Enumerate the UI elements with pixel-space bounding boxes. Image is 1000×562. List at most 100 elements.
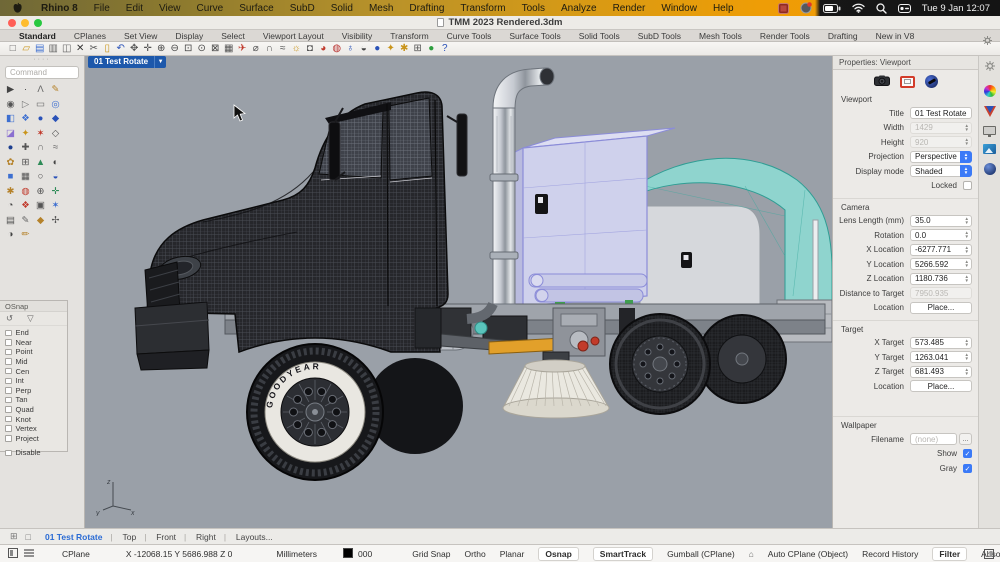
statusbar-item[interactable]: Gumball (CPlane) [667,549,735,559]
toolbar-icon[interactable]: ✕ [74,42,88,55]
tool-icon[interactable]: ✎ [48,83,63,98]
viewport-tab[interactable]: Layouts... [226,532,283,542]
tool-icon[interactable]: ◐ [48,156,63,171]
toolbar-icon[interactable]: ⊕ [155,42,169,55]
toolbar-icon[interactable]: ✈ [236,42,250,55]
toolbar-icon[interactable]: ≈ [276,42,290,55]
tool-icon[interactable]: ✎ [18,214,33,229]
x-location-field[interactable]: -6277.771▲▼ [910,244,972,256]
toolbar-tab[interactable]: Set View [115,31,166,41]
tool-icon[interactable]: ▲ [33,156,48,171]
toolbar-icon[interactable]: ✂ [87,42,101,55]
tool-icon[interactable]: ✱ [3,185,18,200]
viewport-tab[interactable]: Top [112,532,146,542]
osnap-option[interactable]: End [5,328,67,338]
checkbox[interactable] [5,387,12,394]
osnap-disable[interactable]: Disable [5,448,67,458]
tool-icon[interactable]: ∙ [18,83,33,98]
menu-item[interactable]: Tools [514,3,553,14]
menubar-clock[interactable]: Tue 9 Jan 12:07 [922,3,990,14]
viewport-title-label[interactable]: 01 Test Rotate [88,56,154,68]
toolbar-tab[interactable]: CPlanes [65,31,115,41]
material-sphere-icon[interactable] [984,163,996,175]
rotation-field[interactable]: 0.0▲▼ [910,229,972,241]
image-icon[interactable] [983,144,996,154]
tool-icon[interactable]: ❖ [18,112,33,127]
toolbar-tab[interactable]: Display [166,31,212,41]
viewport-menu-arrow[interactable]: ▼ [154,56,166,68]
toolbar-tab[interactable]: Surface Tools [500,31,569,41]
tool-icon[interactable]: ⊕ [33,185,48,200]
toolbar-icon[interactable]: ✛ [141,42,155,55]
tool-icon[interactable]: ✢ [48,214,63,229]
statusbar-item[interactable]: Record History [862,549,918,559]
osnap-option[interactable]: Int [5,376,67,386]
tool-icon[interactable]: ● [3,141,18,156]
checkbox[interactable] [5,416,12,423]
menu-item[interactable]: File [86,3,118,14]
tool-icon[interactable]: ▦ [18,170,33,185]
statusbar-item[interactable]: CPlane [62,549,90,559]
tool-icon[interactable]: ◍ [18,185,33,200]
tool-icon[interactable]: ✛ [48,185,63,200]
osnap-option[interactable]: Project [5,434,67,444]
toolbar-icon[interactable]: ⊖ [168,42,182,55]
osnap-filter-icon[interactable]: ▽ [27,313,34,324]
tool-icon[interactable]: ◧ [3,112,18,127]
toolbar-tab[interactable]: Select [212,31,254,41]
toolbar-icon[interactable]: ◒ [357,42,371,55]
close-window-button[interactable] [8,19,16,27]
y-target-field[interactable]: 1263.041▲▼ [910,351,972,363]
tool-icon[interactable]: ≈ [48,141,63,156]
wifi-icon[interactable] [852,3,865,13]
tool-icon[interactable]: ◉ [3,98,18,113]
menu-item[interactable]: Render [605,3,654,14]
toolbar-tab[interactable]: SubD Tools [629,31,690,41]
display-mode-select[interactable]: Shaded▲▼ [910,165,972,177]
app-icon[interactable] [778,3,789,14]
statusbar-item[interactable]: Planar [500,549,525,559]
osnap-option[interactable]: Mid [5,357,67,367]
zoom-window-button[interactable] [34,19,42,27]
z-target-field[interactable]: 681.493▲▼ [910,366,972,378]
checkbox[interactable] [5,358,12,365]
toolbar-tab[interactable]: Render Tools [751,31,819,41]
toolbar-icon[interactable]: ✥ [128,42,142,55]
y-location-field[interactable]: 5266.592▲▼ [910,258,972,270]
toolbar-icon[interactable]: ∩ [263,42,277,55]
projection-select[interactable]: Perspective▲▼ [910,151,972,163]
control-center-icon[interactable] [898,4,911,13]
tool-icon[interactable]: ◆ [33,214,48,229]
tool-icon[interactable]: ◪ [3,127,18,142]
tool-icon[interactable]: ○ [33,170,48,185]
toolbar-icon[interactable]: ▥ [47,42,61,55]
gear-icon[interactable] [983,32,992,50]
statusbar-item[interactable]: SmartTrack [593,547,653,561]
tool-icon[interactable]: ✶ [33,127,48,142]
tool-icon[interactable]: ∩ [33,141,48,156]
tool-icon[interactable]: ▷ [18,98,33,113]
toolbar-icon[interactable]: ⊞ [411,42,425,55]
display-mode-icon[interactable] [925,75,938,88]
z-location-field[interactable]: 1180.736▲▼ [910,273,972,285]
tool-icon[interactable]: ● [33,112,48,127]
statusbar-item[interactable]: X -12068.15 Y 5686.988 Z 0 [126,549,233,559]
statusbar-item[interactable]: Filter [932,547,967,561]
notification-icon[interactable] [800,2,812,14]
toolbar-icon[interactable]: ⌀ [249,42,263,55]
menu-item[interactable]: Solid [323,3,361,14]
tool-icon[interactable]: ◒ [48,170,63,185]
layers-shield-icon[interactable] [984,106,996,117]
toolbar-icon[interactable]: ● [371,42,385,55]
osnap-option[interactable]: Near [5,338,67,348]
toolbar-icon[interactable]: ⊙ [195,42,209,55]
tool-icon[interactable]: Λ [33,83,48,98]
toolbar-tab[interactable]: Transform [381,31,437,41]
tool-icon[interactable]: ✚ [18,141,33,156]
viewport-icon[interactable] [900,76,915,88]
tool-icon[interactable]: ◎ [48,98,63,113]
gear-icon[interactable] [985,58,995,76]
x-target-field[interactable]: 573.485▲▼ [910,337,972,349]
toolbar-tab[interactable]: Standard [10,31,65,41]
toolbar-icon[interactable]: ✦ [384,42,398,55]
